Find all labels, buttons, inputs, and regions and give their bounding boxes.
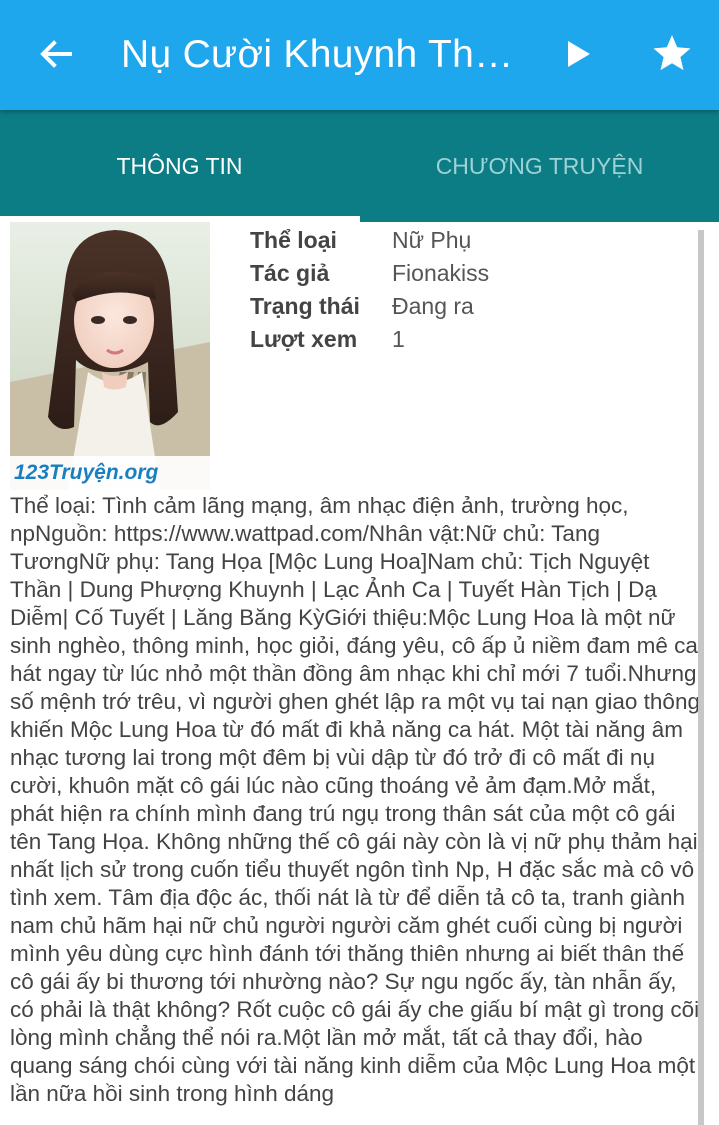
meta-value: 1: [392, 326, 405, 352]
meta-value: Fionakiss: [392, 260, 490, 286]
play-icon[interactable]: [554, 30, 602, 78]
star-icon[interactable]: [648, 30, 696, 78]
meta-value: Nữ Phụ: [392, 227, 472, 253]
tab-info[interactable]: THÔNG TIN: [0, 110, 359, 222]
meta-key: Lượt xem: [250, 326, 358, 352]
app-bar: Nụ Cười Khuynh Thành: [0, 0, 719, 110]
cover-watermark: 123Truyện.org: [10, 456, 210, 490]
tab-bar: THÔNG TIN CHƯƠNG TRUYỆN: [0, 110, 719, 222]
meta-key: Tác giả: [250, 260, 330, 286]
meta-key: Thể loại: [250, 227, 337, 253]
arrow-left-icon[interactable]: [32, 30, 80, 78]
scrollbar[interactable]: [698, 230, 704, 1125]
book-cover-image: 123Truyện.org: [10, 222, 210, 490]
meta-value: Đang ra: [392, 293, 474, 319]
meta-key: Trạng thái: [250, 293, 360, 319]
book-info-panel[interactable]: 123Truyện.org Thể loại Nữ Phụ Tác giả Fi…: [0, 222, 719, 1125]
tab-chapters[interactable]: CHƯƠNG TRUYỆN: [360, 110, 719, 222]
book-description: Thể loại: Tình cảm lãng mạng, âm nhạc đi…: [10, 493, 700, 1106]
page-title: Nụ Cười Khuynh Thành: [121, 33, 526, 76]
